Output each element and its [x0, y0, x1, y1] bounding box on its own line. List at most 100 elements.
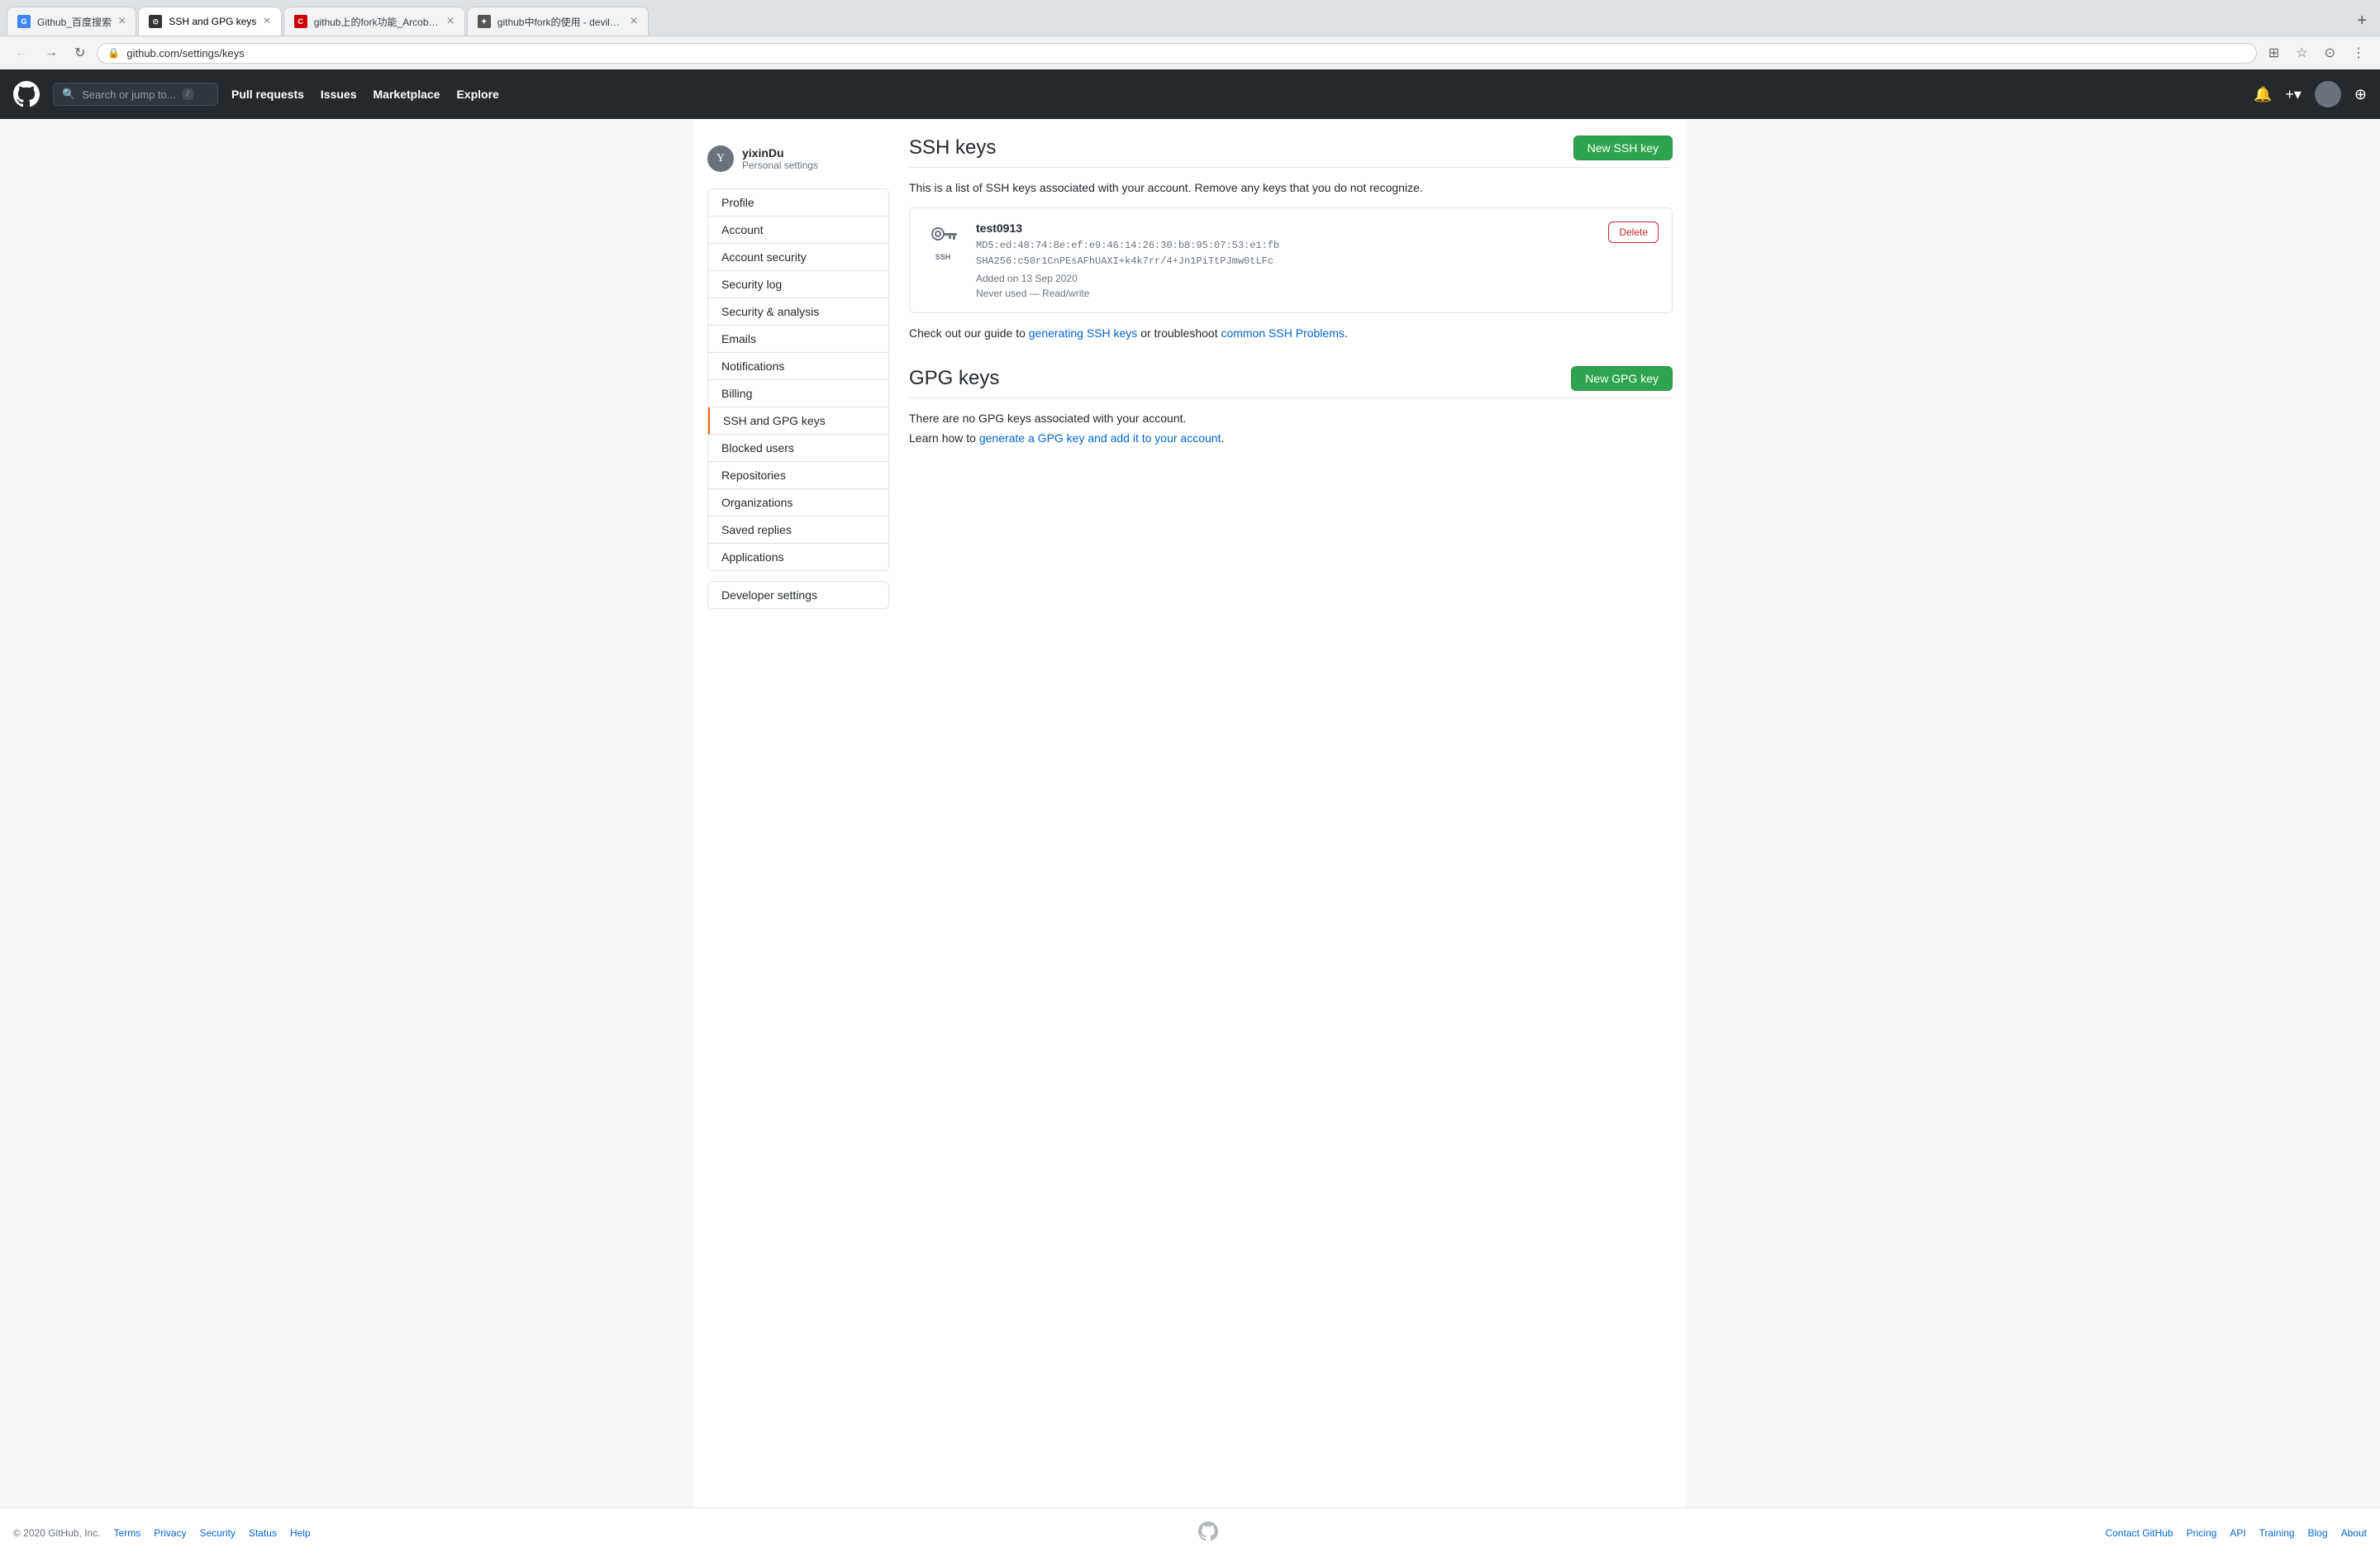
- user-avatar[interactable]: [2315, 81, 2341, 107]
- sidebar-user: yixinDu Personal settings: [707, 136, 889, 182]
- ssh-key-md5: MD5:ed:48:74:8e:ef:e9:46:14:26:30:b8:95:…: [976, 238, 1595, 254]
- ssh-section: SSH keys New SSH key This is a list of S…: [909, 136, 1673, 340]
- nav-issues[interactable]: Issues: [321, 88, 357, 101]
- sidebar-item-billing[interactable]: Billing: [708, 380, 888, 407]
- footer-api-link[interactable]: API: [2230, 1527, 2245, 1539]
- ssh-key-card: SSH test0913 MD5:ed:48:74:8e:ef:e9:46:14…: [909, 207, 1673, 313]
- sidebar-nav: ProfileAccountAccount securitySecurity l…: [707, 188, 889, 571]
- gpg-title: GPG keys: [909, 367, 999, 390]
- sidebar-user-info: yixinDu Personal settings: [742, 146, 818, 171]
- sidebar-item-account[interactable]: Account: [708, 217, 888, 244]
- address-bar[interactable]: 🔒: [97, 43, 2256, 64]
- tab-favicon: ✦: [478, 15, 491, 28]
- footer-security-link[interactable]: Security: [200, 1527, 236, 1539]
- tab-close[interactable]: ×: [446, 14, 454, 29]
- sidebar-item-applications[interactable]: Applications: [708, 544, 888, 570]
- nav-marketplace[interactable]: Marketplace: [374, 88, 440, 101]
- footer-blog-link[interactable]: Blog: [2308, 1527, 2328, 1539]
- sidebar-item-saved-replies[interactable]: Saved replies: [708, 517, 888, 544]
- nav-actions: ⊞ ☆ ⊙ ⋮: [2263, 41, 2370, 64]
- lock-icon: 🔒: [107, 47, 120, 59]
- footer-training-link[interactable]: Training: [2259, 1527, 2295, 1539]
- reload-button[interactable]: ↻: [69, 41, 90, 64]
- footer-logo: [1198, 1521, 1218, 1544]
- nav-explore[interactable]: Explore: [456, 88, 498, 101]
- new-gpg-key-button[interactable]: New GPG key: [1571, 366, 1673, 391]
- search-icon: 🔍: [62, 88, 75, 101]
- notifications-icon[interactable]: 🔔: [2254, 86, 2272, 103]
- sidebar-item-notifications[interactable]: Notifications: [708, 353, 888, 380]
- browser-tabs: G Github_百度搜索 × ⊙ SSH and GPG keys × C g…: [0, 0, 2380, 36]
- ssh-icon: SSH: [923, 221, 963, 261]
- nav-pull-requests[interactable]: Pull requests: [231, 88, 304, 101]
- sidebar-item-emails[interactable]: Emails: [708, 326, 888, 353]
- menu-icon[interactable]: ⋮: [2347, 41, 2370, 64]
- gpg-empty-text: There are no GPG keys associated with yo…: [909, 412, 1673, 425]
- header-actions: 🔔 +▾ ⊕: [2254, 81, 2367, 107]
- back-button[interactable]: ←: [10, 42, 33, 64]
- footer-privacy-link[interactable]: Privacy: [154, 1527, 186, 1539]
- sidebar-item-repositories[interactable]: Repositories: [708, 462, 888, 489]
- browser-chrome: G Github_百度搜索 × ⊙ SSH and GPG keys × C g…: [0, 0, 2380, 69]
- sidebar-item-organizations[interactable]: Organizations: [708, 489, 888, 517]
- footer-about-link[interactable]: About: [2341, 1527, 2367, 1539]
- gpg-section-header: GPG keys New GPG key: [909, 366, 1673, 398]
- sidebar-item-security-log[interactable]: Security log: [708, 271, 888, 298]
- tab-close[interactable]: ×: [118, 14, 126, 29]
- sidebar-item-developer-settings[interactable]: Developer settings: [708, 582, 888, 608]
- tab-favicon: ⊙: [149, 15, 162, 28]
- browser-tab-tab4[interactable]: ✦ github中fork的使用 - devilwind... ×: [467, 7, 649, 36]
- footer-terms-link[interactable]: Terms: [114, 1527, 141, 1539]
- footer-copyright: © 2020 GitHub, Inc.: [13, 1527, 101, 1539]
- profile-icon[interactable]: ⊙: [2320, 41, 2340, 64]
- footer-left: © 2020 GitHub, Inc. Terms Privacy Securi…: [13, 1527, 311, 1539]
- tab-title: SSH and GPG keys: [169, 16, 256, 27]
- sidebar-avatar: [707, 145, 734, 172]
- browser-tab-tab2[interactable]: ⊙ SSH and GPG keys ×: [138, 7, 281, 36]
- footer-contact-link[interactable]: Contact GitHub: [2106, 1527, 2173, 1539]
- generating-ssh-keys-link[interactable]: generating SSH keys: [1029, 326, 1138, 340]
- search-placeholder: Search or jump to...: [82, 88, 175, 101]
- bookmark-icon[interactable]: ☆: [2291, 41, 2312, 64]
- github-logo: [13, 81, 40, 107]
- delete-ssh-key-button[interactable]: Delete: [1608, 221, 1659, 243]
- tab-favicon: C: [294, 15, 307, 28]
- tab-title: github中fork的使用 - devilwind...: [497, 15, 624, 29]
- new-tab-button[interactable]: +: [2350, 8, 2373, 34]
- url-input[interactable]: [126, 47, 2245, 60]
- tab-favicon: G: [17, 15, 31, 28]
- sidebar: yixinDu Personal settings ProfileAccount…: [707, 136, 889, 1491]
- sidebar-item-blocked-users[interactable]: Blocked users: [708, 435, 888, 462]
- sidebar-item-ssh-and-gpg-keys[interactable]: SSH and GPG keys: [708, 407, 888, 435]
- ssh-label: SSH: [935, 253, 951, 261]
- global-nav-icon[interactable]: ⊕: [2354, 86, 2367, 103]
- tab-close[interactable]: ×: [630, 14, 637, 29]
- ssh-key-usage: Never used — Read/write: [976, 288, 1595, 299]
- search-box[interactable]: 🔍 Search or jump to... /: [53, 83, 218, 106]
- sidebar-item-security-and-analysis[interactable]: Security & analysis: [708, 298, 888, 326]
- ssh-description: This is a list of SSH keys associated wi…: [909, 181, 1673, 194]
- ssh-guide-text: Check out our guide to generating SSH ke…: [909, 326, 1673, 340]
- forward-button[interactable]: →: [40, 42, 63, 64]
- common-ssh-problems-link[interactable]: common SSH Problems: [1221, 326, 1344, 340]
- search-shortcut: /: [183, 88, 193, 100]
- sidebar-item-profile[interactable]: Profile: [708, 189, 888, 217]
- sidebar-subtitle: Personal settings: [742, 160, 818, 171]
- sidebar-item-account-security[interactable]: Account security: [708, 244, 888, 271]
- tab-close[interactable]: ×: [263, 14, 270, 29]
- ssh-title: SSH keys: [909, 136, 996, 160]
- gpg-section: GPG keys New GPG key There are no GPG ke…: [909, 366, 1673, 445]
- github-header: 🔍 Search or jump to... / Pull requests I…: [0, 69, 2380, 119]
- new-item-button[interactable]: +▾: [2285, 86, 2301, 103]
- gpg-learn-text: Learn how to generate a GPG key and add …: [909, 431, 1673, 445]
- footer-help-link[interactable]: Help: [290, 1527, 311, 1539]
- translate-icon[interactable]: ⊞: [2263, 41, 2284, 64]
- footer-status-link[interactable]: Status: [249, 1527, 277, 1539]
- footer-pricing-link[interactable]: Pricing: [2187, 1527, 2217, 1539]
- browser-tab-tab3[interactable]: C github上的fork功能_Arcobalenc... ×: [283, 7, 465, 36]
- new-ssh-key-button[interactable]: New SSH key: [1573, 136, 1673, 160]
- generate-gpg-key-link[interactable]: generate a GPG key and add it to your ac…: [979, 431, 1221, 445]
- footer: © 2020 GitHub, Inc. Terms Privacy Securi…: [0, 1507, 2380, 1557]
- main-content: SSH keys New SSH key This is a list of S…: [909, 136, 1673, 1491]
- browser-tab-tab1[interactable]: G Github_百度搜索 ×: [7, 7, 136, 36]
